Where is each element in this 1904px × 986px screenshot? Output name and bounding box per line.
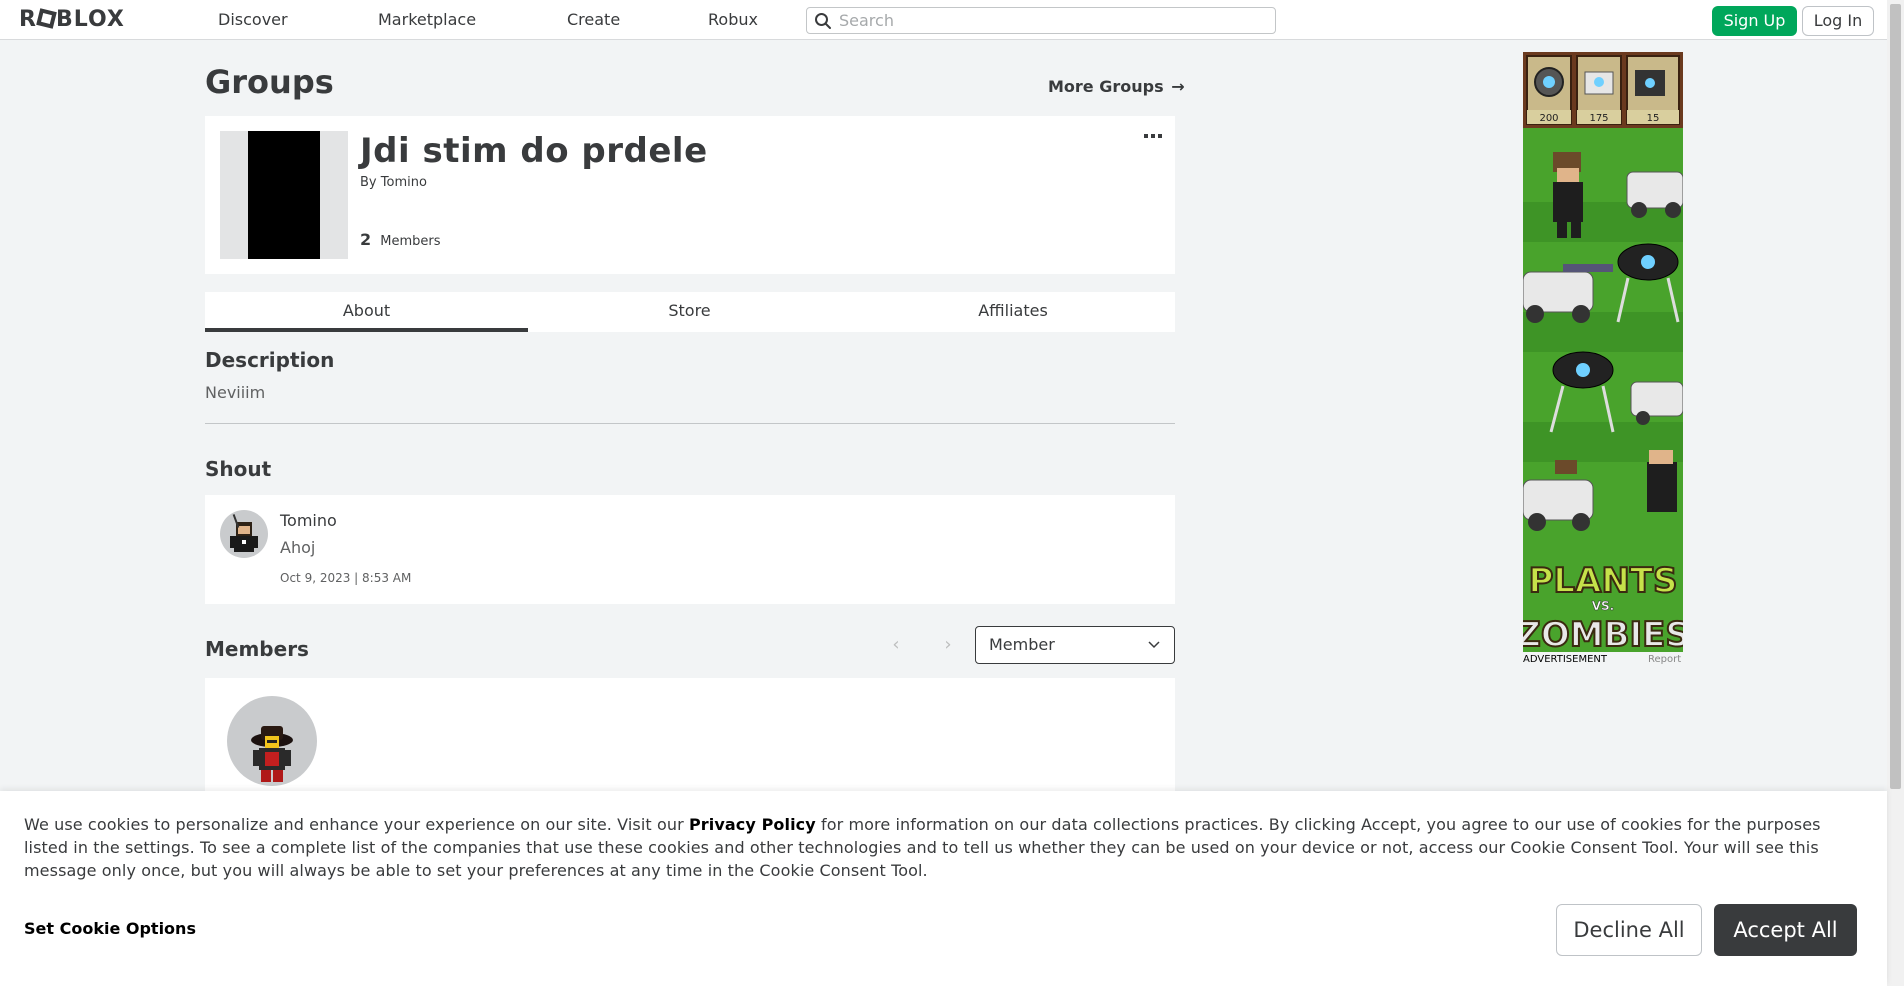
arrow-right-icon: → [1171, 77, 1185, 96]
roblox-logo[interactable]: R BLOX [19, 8, 125, 32]
shout-card: Tomino Ahoj Oct 9, 2023 | 8:53 AM [205, 495, 1175, 604]
avatar-figure-icon [230, 514, 258, 552]
members-list [205, 678, 1175, 798]
group-tabs: About Store Affiliates [205, 292, 1175, 332]
role-select-dropdown[interactable]: Member [975, 626, 1175, 664]
members-heading: Members [205, 637, 309, 661]
tab-store[interactable]: Store [528, 292, 851, 332]
advertisement-image: 200 175 15 PLANTS VS. ZOMBIES [1523, 52, 1683, 652]
description-heading: Description [205, 348, 335, 372]
nav-link-marketplace[interactable]: Marketplace [378, 10, 476, 30]
cookie-text-before: We use cookies to personalize and enhanc… [24, 815, 689, 834]
ad-title-vs: VS. [1592, 599, 1615, 613]
nav-link-discover[interactable]: Discover [218, 10, 288, 30]
ad-report-link[interactable]: Report [1648, 654, 1681, 666]
group-emblem[interactable] [220, 131, 348, 259]
chevron-right-icon[interactable]: › [933, 634, 963, 655]
chevron-down-icon [1148, 641, 1160, 649]
cookie-consent-banner: We use cookies to personalize and enhanc… [0, 791, 1887, 986]
more-options-icon[interactable] [1143, 131, 1163, 143]
ad-cost-3: 15 [1647, 113, 1660, 124]
role-select-value: Member [989, 635, 1055, 654]
logo-o-square-icon [36, 8, 57, 29]
section-divider [205, 423, 1175, 424]
member-count: 2 Members [360, 230, 440, 252]
scrollbar-thumb[interactable] [1890, 4, 1901, 789]
search-input[interactable] [839, 10, 1259, 31]
group-header-card: Jdi stim do prdele By Tomino 2 Members [205, 116, 1175, 274]
top-navigation-bar: R BLOX Discover Marketplace Create Robux … [0, 0, 1904, 40]
ad-cost-1: 200 [1539, 113, 1558, 124]
shout-date: Oct 9, 2023 | 8:53 AM [280, 571, 412, 585]
privacy-policy-link[interactable]: Privacy Policy [689, 815, 816, 834]
search-box [806, 7, 1276, 34]
shout-poster-name[interactable]: Tomino [280, 511, 337, 531]
page-scrollbar[interactable] [1887, 0, 1904, 986]
page-title: Groups [205, 63, 334, 101]
nav-link-create[interactable]: Create [567, 10, 620, 30]
by-label: By [360, 175, 377, 190]
cookie-message: We use cookies to personalize and enhanc… [24, 813, 1864, 882]
more-groups-link[interactable]: More Groups → [1048, 77, 1185, 97]
shout-body: Ahoj [280, 538, 316, 557]
ad-cost-2: 175 [1589, 113, 1608, 124]
member-avatar[interactable] [227, 696, 317, 786]
description-text: Neviiim [205, 383, 266, 402]
member-count-label: Members [380, 234, 441, 249]
avatar[interactable] [220, 510, 268, 558]
group-owner: By Tomino [360, 175, 427, 191]
set-cookie-options-link[interactable]: Set Cookie Options [24, 919, 196, 939]
nav-link-robux[interactable]: Robux [708, 10, 758, 30]
member-avatar-figure-icon [251, 726, 293, 782]
search-icon[interactable] [814, 12, 832, 30]
decline-all-button[interactable]: Decline All [1556, 904, 1702, 956]
tab-affiliates[interactable]: Affiliates [851, 292, 1175, 332]
chevron-left-icon[interactable]: ‹ [881, 634, 911, 655]
advertisement-banner[interactable]: 200 175 15 PLANTS VS. ZOMBIES [1523, 52, 1683, 652]
ad-title-bottom: ZOMBIES [1523, 615, 1683, 652]
ad-title-top: PLANTS [1528, 561, 1677, 601]
log-in-button[interactable]: Log In [1802, 6, 1874, 36]
more-groups-label: More Groups [1048, 77, 1164, 96]
group-emblem-image [248, 131, 320, 259]
owner-name-link[interactable]: Tomino [381, 175, 427, 190]
member-count-value: 2 [360, 230, 372, 249]
accept-all-button[interactable]: Accept All [1714, 904, 1857, 956]
tab-about[interactable]: About [205, 292, 528, 332]
sign-up-button[interactable]: Sign Up [1712, 6, 1797, 36]
group-name: Jdi stim do prdele [360, 131, 708, 171]
shout-heading: Shout [205, 457, 272, 481]
advertisement-label: ADVERTISEMENT [1523, 654, 1608, 665]
